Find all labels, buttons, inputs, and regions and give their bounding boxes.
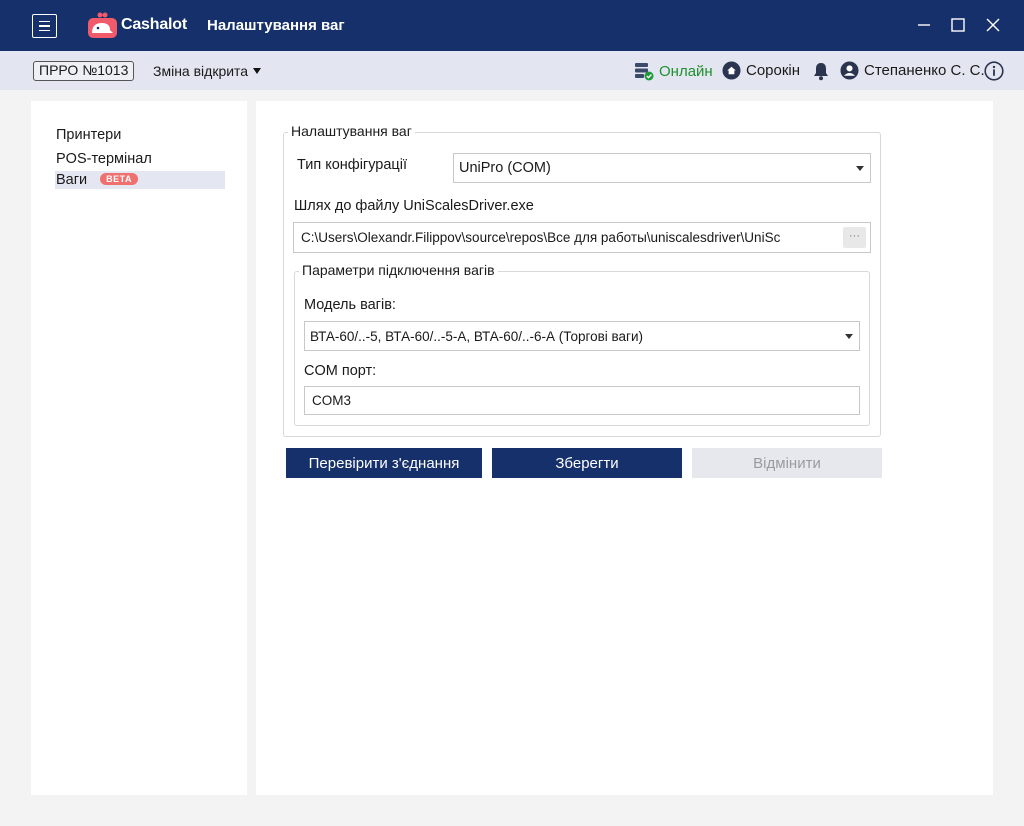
sidebar-item-label: Принтери [56, 127, 122, 143]
shift-dropdown[interactable]: Зміна відкрита [153, 63, 262, 79]
scales-settings-group-title: Налаштування ваг [288, 123, 415, 139]
bell-icon [814, 63, 828, 81]
sidebar-item-scales[interactable]: Ваги BETA [55, 171, 225, 189]
close-icon [986, 18, 1000, 32]
settings-sidebar: Принтери POS-термінал Ваги BETA [31, 101, 247, 795]
close-window-button[interactable] [980, 12, 1006, 38]
brand-name: Cashalot [121, 16, 187, 33]
scale-model-select[interactable]: ВТА-60/..-5, ВТА-60/..-5-А, ВТА-60/..-6-… [304, 321, 860, 351]
config-type-value: UniPro (COM) [459, 160, 551, 176]
scales-settings-panel: Налаштування ваг Тип конфігурації UniPro… [256, 101, 993, 795]
info-button[interactable] [984, 61, 1004, 84]
scale-model-value: ВТА-60/..-5, ВТА-60/..-5-А, ВТА-60/..-6-… [310, 328, 644, 344]
maximize-icon [951, 18, 965, 32]
com-port-value: COM3 [312, 393, 352, 408]
cancel-button[interactable]: Відмінити [692, 448, 882, 478]
com-port-input[interactable]: COM3 [304, 386, 860, 415]
title-bar: Cashalot Налаштування ваг [0, 0, 1024, 51]
maximize-button[interactable] [945, 12, 971, 38]
online-label: Онлайн [659, 62, 713, 80]
driver-path-input[interactable]: C:\Users\Olexandr.Filippov\source\repos\… [293, 222, 871, 253]
minimize-button[interactable] [911, 12, 937, 38]
hamburger-menu-button[interactable] [32, 14, 57, 38]
user-avatar-icon [840, 61, 859, 80]
prro-badge[interactable]: ПРРО №1013 [33, 61, 135, 81]
connection-params-group-title: Параметри підключення вагів [299, 262, 498, 278]
chevron-down-icon [856, 166, 864, 171]
sidebar-item-label: POS-термінал [56, 151, 152, 167]
server-online-icon [635, 63, 654, 81]
cashalot-whale-icon [88, 12, 117, 38]
config-type-label: Тип конфігурації [297, 157, 407, 173]
shop-name: Сорокін [746, 62, 801, 79]
info-icon [984, 61, 1004, 81]
save-button[interactable]: Зберегти [492, 448, 682, 478]
online-status: Онлайн [634, 61, 713, 81]
user-name: Степаненко С. С. [864, 62, 985, 79]
cashalot-logo: Cashalot [86, 10, 187, 40]
driver-path-value: C:\Users\Olexandr.Filippov\source\repos\… [301, 230, 781, 245]
beta-badge: BETA [100, 173, 138, 185]
status-bar: ПРРО №1013 Зміна відкрита Онлайн Сорокін [0, 51, 1024, 90]
shop-selector[interactable]: Сорокін [722, 61, 800, 80]
user-menu[interactable]: Степаненко С. С. [840, 61, 985, 80]
home-icon [722, 61, 741, 80]
caret-down-icon [253, 68, 262, 74]
window-title: Налаштування ваг [207, 17, 345, 34]
driver-path-label: Шлях до файлу UniScalesDriver.exe [294, 198, 534, 214]
shift-status-label: Зміна відкрита [153, 63, 249, 79]
config-type-select[interactable]: UniPro (COM) [453, 153, 871, 183]
sidebar-item-pos-terminal[interactable]: POS-термінал [55, 150, 225, 168]
check-connection-button[interactable]: Перевірити з'єднання [286, 448, 482, 478]
sidebar-item-printers[interactable]: Принтери [55, 126, 225, 144]
notifications-button[interactable] [812, 61, 830, 84]
com-port-label: COM порт: [304, 363, 377, 379]
browse-file-button[interactable]: ··· [843, 227, 866, 248]
sidebar-item-label: Ваги [56, 172, 88, 188]
chevron-down-icon [845, 334, 853, 339]
minimize-icon [918, 24, 930, 26]
scale-model-label: Модель вагів: [304, 297, 396, 313]
